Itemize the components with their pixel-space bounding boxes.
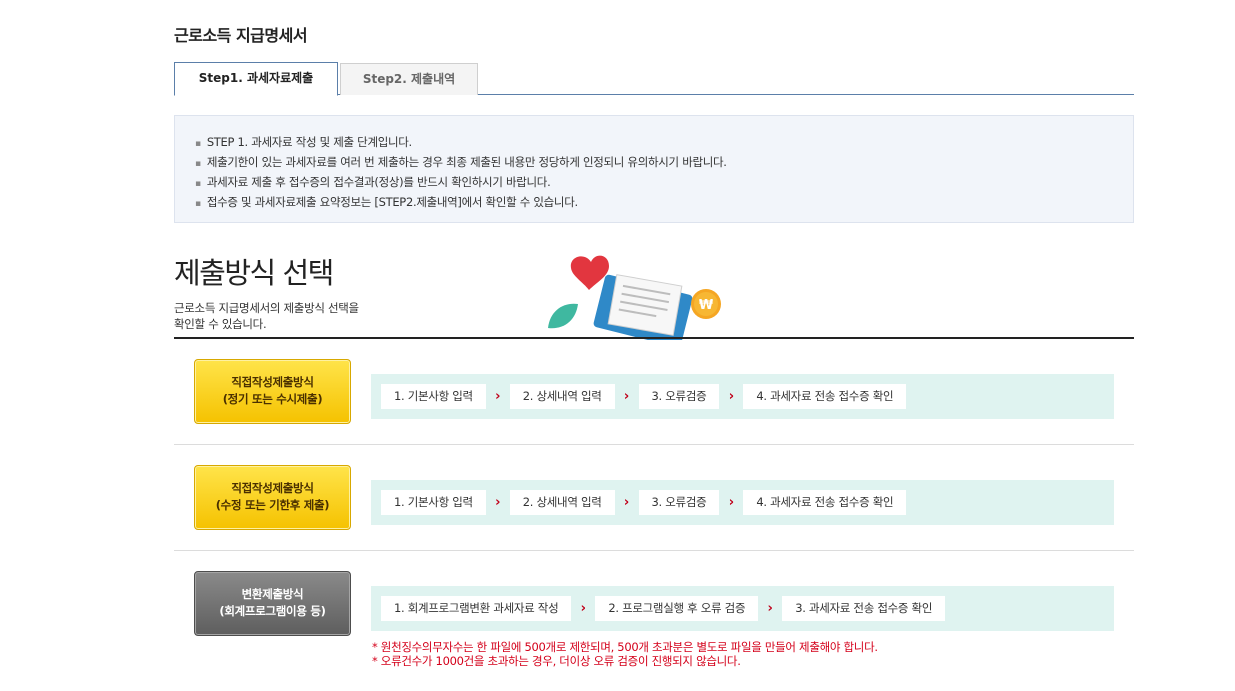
row-divider bbox=[174, 550, 1134, 551]
chevron-right-icon: › bbox=[495, 389, 501, 404]
chevron-right-icon: › bbox=[728, 495, 735, 510]
method-sublabel: (수정 또는 기한후 제출) bbox=[215, 498, 330, 512]
won-coin-icon: ₩ bbox=[691, 289, 721, 319]
notice-item: STEP 1. 과세자료 작성 및 제출 단계입니다. bbox=[195, 133, 1133, 153]
method-label: 변환제출방식 bbox=[241, 587, 304, 601]
page-title: 근로소득 지급명세서 bbox=[174, 26, 308, 45]
flow-step: 2. 상세내역 입력 bbox=[509, 490, 615, 515]
flow-step: 2. 프로그램실행 후 오류 검증 bbox=[595, 596, 759, 621]
flow-step: 1. 회계프로그램변환 과세자료 작성 bbox=[381, 596, 572, 621]
svg-text:₩: ₩ bbox=[699, 298, 714, 313]
row-divider bbox=[174, 444, 1134, 445]
notice-box: STEP 1. 과세자료 작성 및 제출 단계입니다. 제출기한이 있는 과세자… bbox=[174, 115, 1134, 223]
flow-step: 3. 오류검증 bbox=[638, 384, 720, 409]
process-flow-conversion: 1. 회계프로그램변환 과세자료 작성 › 2. 프로그램실행 후 오류 검증 › 3.… bbox=[371, 586, 1114, 631]
method-label: 직접작성제출방식 bbox=[231, 375, 314, 389]
process-flow-direct-amend: 1. 기본사항 입력 › 2. 상세내역 입력 › 3. 오류검증 › 4. 과세자료 전송… bbox=[371, 480, 1114, 525]
flow-step: 4. 과세자료 전송 접수증 확인 bbox=[743, 490, 907, 515]
conversion-method-button[interactable]: 변환제출방식 (회계프로그램이용 등) bbox=[194, 571, 351, 636]
method-sublabel: (회계프로그램이용 등) bbox=[219, 604, 326, 618]
notice-item: 제출기한이 있는 과세자료를 여러 번 제출하는 경우 최종 제출된 내용만 정… bbox=[195, 153, 1133, 173]
direct-regular-method-button[interactable]: 직접작성제출방식 (정기 또는 수시제출) bbox=[194, 359, 351, 424]
tab-bar: Step1. 과세자료제출 Step2. 제출내역 bbox=[174, 62, 1134, 96]
document-icon bbox=[607, 274, 683, 336]
section-desc-line: 근로소득 지급명세서의 제출방식 선택을 bbox=[174, 301, 359, 315]
section-title: 제출방식 선택 bbox=[174, 256, 334, 290]
direct-amend-method-button[interactable]: 직접작성제출방식 (수정 또는 기한후 제출) bbox=[194, 465, 351, 530]
chevron-right-icon: › bbox=[728, 389, 735, 404]
flow-step: 1. 기본사항 입력 bbox=[381, 384, 486, 409]
chevron-right-icon: › bbox=[623, 495, 630, 510]
method-sublabel: (정기 또는 수시제출) bbox=[222, 392, 323, 406]
chevron-right-icon: › bbox=[580, 601, 587, 616]
section-desc-line: 확인할 수 있습니다. bbox=[174, 317, 267, 331]
illustration-image: ₩ bbox=[548, 255, 721, 340]
chevron-right-icon: › bbox=[623, 389, 630, 404]
leaf-icon bbox=[548, 303, 578, 329]
section-rule bbox=[174, 337, 1134, 339]
flow-step: 3. 오류검증 bbox=[638, 490, 720, 515]
section-description: 근로소득 지급명세서의 제출방식 선택을 확인할 수 있습니다. bbox=[174, 300, 434, 332]
flow-step: 2. 상세내역 입력 bbox=[509, 384, 615, 409]
flow-step: 4. 과세자료 전송 접수증 확인 bbox=[743, 384, 907, 409]
chevron-right-icon: › bbox=[767, 601, 773, 616]
process-flow-direct-regular: 1. 기본사항 입력 › 2. 상세내역 입력 › 3. 오류검증 › 4. 과세자료 전송… bbox=[371, 374, 1114, 419]
tab-step2[interactable]: Step2. 제출내역 bbox=[340, 63, 478, 95]
flow-step: 3. 과세자료 전송 접수증 확인 bbox=[782, 596, 946, 621]
chevron-right-icon: › bbox=[495, 495, 501, 510]
tab-step1[interactable]: Step1. 과세자료제출 bbox=[174, 62, 338, 96]
method-label: 직접작성제출방식 bbox=[231, 481, 314, 495]
notice-item: 접수증 및 과세자료제출 요약정보는 [STEP2.제출내역]에서 확인할 수 … bbox=[195, 193, 1133, 213]
notice-item: 과세자료 제출 후 접수증의 접수결과(정상)를 반드시 확인하시기 바랍니다. bbox=[195, 173, 1133, 193]
warning-notes: * 원천징수의무자수는 한 파일에 500개로 제한되며, 500개 초과분은 … bbox=[372, 640, 878, 668]
warning-line: * 원천징수의무자수는 한 파일에 500개로 제한되며, 500개 초과분은 … bbox=[372, 640, 878, 654]
warning-line: * 오류건수가 1000건을 초과하는 경우, 더이상 오류 검증이 진행되지 … bbox=[372, 654, 741, 668]
flow-step: 1. 기본사항 입력 bbox=[381, 490, 486, 515]
